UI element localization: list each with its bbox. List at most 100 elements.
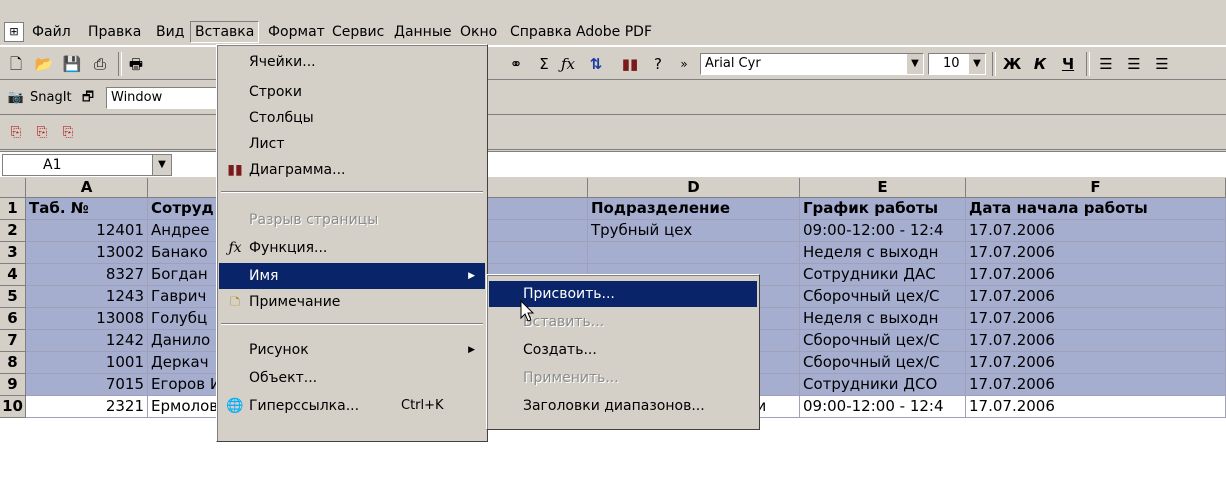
table-cell[interactable]: Подразделение: [588, 198, 800, 220]
chevron-down-icon[interactable]: ▼: [906, 54, 923, 74]
help-icon[interactable]: ?: [646, 52, 670, 76]
italic-button[interactable]: К: [1028, 52, 1052, 76]
toolbar-options-icon[interactable]: »: [672, 52, 696, 76]
table-cell[interactable]: Сотрудники ДСО: [800, 374, 966, 396]
table-cell[interactable]: Сборочный цех/С: [800, 286, 966, 308]
underline-button[interactable]: Ч: [1056, 52, 1080, 76]
menu-item-comment[interactable]: 🗅 Примечание: [219, 289, 485, 315]
excel-app-icon[interactable]: ⊞: [4, 22, 24, 42]
table-cell[interactable]: 17.07.2006: [966, 374, 1226, 396]
select-all-corner[interactable]: [0, 178, 26, 198]
column-header-c[interactable]: [488, 178, 588, 198]
menu-item-name[interactable]: Имя ▶: [219, 263, 485, 289]
menu-item-hyperlink[interactable]: 🌐 Гиперссылка... Ctrl+K: [219, 393, 485, 419]
menu-edit[interactable]: Правка: [84, 22, 145, 42]
table-cell[interactable]: 17.07.2006: [966, 286, 1226, 308]
pdf-review-icon[interactable]: ⎘: [56, 121, 80, 145]
menu-item-sheet[interactable]: Лист: [219, 131, 485, 157]
menu-insert[interactable]: Вставка: [190, 21, 260, 43]
pdf-email-icon[interactable]: ⎘: [30, 121, 54, 145]
menu-item-picture[interactable]: Рисунок ▶: [219, 337, 485, 363]
row-header[interactable]: 10: [0, 396, 26, 418]
menu-data[interactable]: Данные: [390, 22, 456, 42]
permission-icon[interactable]: ⎙: [88, 52, 112, 76]
table-cell[interactable]: График работы: [800, 198, 966, 220]
table-cell[interactable]: 2321: [26, 396, 148, 418]
menu-item-columns[interactable]: Столбцы: [219, 105, 485, 131]
align-center-icon[interactable]: ☰: [1122, 52, 1146, 76]
capture-mode-combo[interactable]: Window: [106, 87, 218, 109]
chevron-down-icon[interactable]: ▼: [152, 155, 171, 175]
table-cell[interactable]: Дата начала работы: [966, 198, 1226, 220]
table-cell[interactable]: 17.07.2006: [966, 242, 1226, 264]
table-cell[interactable]: 17.07.2006: [966, 308, 1226, 330]
table-cell[interactable]: 13002: [26, 242, 148, 264]
table-cell[interactable]: Сборочный цех/С: [800, 352, 966, 374]
table-cell[interactable]: 17.07.2006: [966, 396, 1226, 418]
pdf-convert-icon[interactable]: ⎘: [4, 121, 28, 145]
row-header[interactable]: 8: [0, 352, 26, 374]
menu-item-chart[interactable]: ▮▮ Диаграмма...: [219, 157, 485, 183]
open-folder-icon[interactable]: 📂: [32, 52, 56, 76]
table-cell[interactable]: Сотрудники ДАС: [800, 264, 966, 286]
table-cell[interactable]: 7015: [26, 374, 148, 396]
row-header[interactable]: 4: [0, 264, 26, 286]
table-cell[interactable]: Трубный цех: [588, 220, 800, 242]
submenu-item-create[interactable]: Создать...: [489, 337, 757, 363]
table-cell[interactable]: 09:00-12:00 - 12:4: [800, 220, 966, 242]
table-cell[interactable]: 17.07.2006: [966, 352, 1226, 374]
menu-window[interactable]: Окно: [456, 22, 501, 42]
table-cell[interactable]: 12401: [26, 220, 148, 242]
menu-item-object[interactable]: Объект...: [219, 365, 485, 391]
menu-item-cells[interactable]: Ячейки...: [219, 49, 485, 75]
menu-help[interactable]: Справка: [506, 22, 576, 42]
camera-icon[interactable]: 📷: [4, 86, 28, 110]
sort-ascending-icon[interactable]: ⇅: [584, 52, 608, 76]
table-cell[interactable]: Неделя с выходн: [800, 242, 966, 264]
row-header[interactable]: 7: [0, 330, 26, 352]
align-right-icon[interactable]: ☰: [1150, 52, 1174, 76]
column-header-a[interactable]: A: [26, 178, 148, 198]
new-file-icon[interactable]: 🗋: [4, 52, 28, 76]
table-cell[interactable]: Сборочный цех/С: [800, 330, 966, 352]
row-header[interactable]: 6: [0, 308, 26, 330]
table-cell[interactable]: 1243: [26, 286, 148, 308]
table-cell[interactable]: 8327: [26, 264, 148, 286]
print-icon[interactable]: 🖶: [124, 52, 148, 76]
menu-tools[interactable]: Сервис: [328, 22, 388, 42]
name-box[interactable]: A1 ▼: [2, 154, 172, 176]
row-header[interactable]: 2: [0, 220, 26, 242]
table-cell[interactable]: 13008: [26, 308, 148, 330]
font-size-combo[interactable]: 10 ▼: [928, 53, 986, 75]
menu-file[interactable]: Файл: [28, 22, 75, 42]
row-header[interactable]: 9: [0, 374, 26, 396]
row-header[interactable]: 1: [0, 198, 26, 220]
column-header-e[interactable]: E: [800, 178, 966, 198]
autosum-icon[interactable]: Σ: [532, 52, 556, 76]
chevron-down-icon[interactable]: ▼: [968, 54, 985, 74]
table-cell[interactable]: Неделя с выходн: [800, 308, 966, 330]
snagit-settings-icon[interactable]: 🗗: [76, 86, 100, 110]
table-cell[interactable]: 17.07.2006: [966, 330, 1226, 352]
row-header[interactable]: 3: [0, 242, 26, 264]
table-cell[interactable]: Таб. №: [26, 198, 148, 220]
snagit-button[interactable]: SnagIt: [30, 90, 72, 105]
column-header-d[interactable]: D: [588, 178, 800, 198]
menu-format[interactable]: Формат: [264, 22, 329, 42]
bold-button[interactable]: Ж: [1000, 52, 1024, 76]
column-header-f[interactable]: F: [966, 178, 1226, 198]
menu-adobe-pdf[interactable]: Adobe PDF: [572, 22, 656, 42]
table-cell[interactable]: 1001: [26, 352, 148, 374]
table-cell[interactable]: [588, 242, 800, 264]
table-cell[interactable]: 1242: [26, 330, 148, 352]
save-icon[interactable]: 💾: [60, 52, 84, 76]
menu-view[interactable]: Вид: [152, 22, 188, 42]
submenu-item-label-ranges[interactable]: Заголовки диапазонов...: [489, 393, 757, 419]
column-header-b[interactable]: [148, 178, 220, 198]
align-left-icon[interactable]: ☰: [1094, 52, 1118, 76]
menu-item-rows[interactable]: Строки: [219, 79, 485, 105]
menu-item-function[interactable]: ƒx Функция...: [219, 235, 485, 261]
chart-wizard-icon[interactable]: ▮▮: [618, 52, 642, 76]
function-icon[interactable]: ƒx: [556, 52, 580, 76]
row-header[interactable]: 5: [0, 286, 26, 308]
